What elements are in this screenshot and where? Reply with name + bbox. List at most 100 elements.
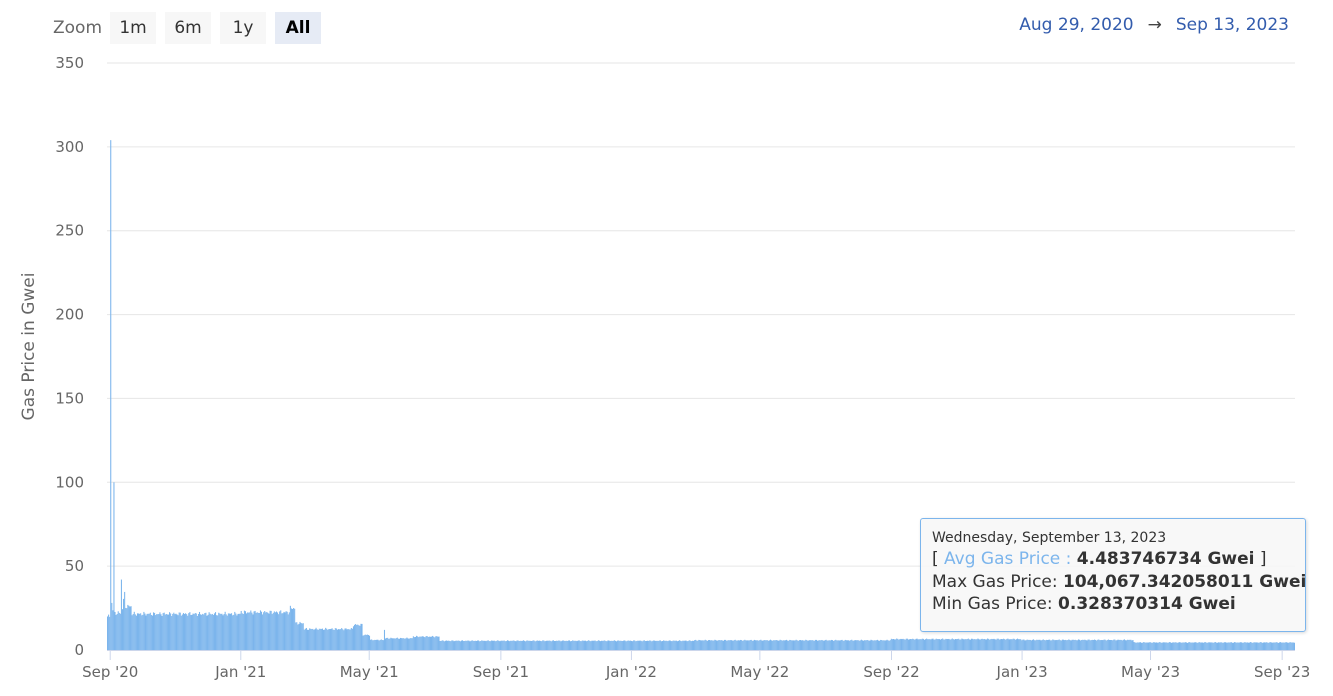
bar[interactable] [981, 638, 983, 650]
bar[interactable] [382, 640, 384, 650]
bar[interactable] [952, 639, 954, 650]
bar[interactable] [468, 640, 470, 650]
bar[interactable] [1126, 640, 1128, 650]
bar[interactable] [343, 630, 345, 650]
bar[interactable] [128, 605, 130, 650]
bar[interactable] [849, 640, 851, 650]
bar[interactable] [896, 638, 898, 650]
bar[interactable] [1273, 642, 1275, 650]
bar[interactable] [270, 610, 272, 650]
bar[interactable] [737, 640, 739, 650]
bar[interactable] [578, 640, 580, 650]
bar[interactable] [1253, 642, 1255, 650]
bar[interactable] [900, 638, 902, 650]
bar[interactable] [272, 612, 274, 650]
bar[interactable] [1049, 639, 1051, 650]
bar[interactable] [1234, 642, 1236, 650]
bar[interactable] [870, 639, 872, 650]
bar[interactable] [763, 640, 765, 650]
bar[interactable] [359, 625, 361, 650]
bar[interactable] [463, 641, 465, 650]
bar[interactable] [109, 616, 111, 650]
bar[interactable] [1176, 642, 1178, 650]
bar[interactable] [173, 612, 175, 650]
bar[interactable] [570, 641, 572, 650]
bar[interactable] [484, 640, 486, 650]
bar[interactable] [548, 640, 550, 650]
bar[interactable] [450, 641, 452, 650]
bar[interactable] [352, 626, 355, 650]
bar[interactable] [834, 640, 836, 650]
bar[interactable] [115, 614, 117, 650]
bar[interactable] [234, 611, 236, 650]
bar[interactable] [324, 629, 326, 650]
bar[interactable] [1131, 640, 1133, 650]
bar[interactable] [997, 638, 999, 650]
bar[interactable] [1245, 642, 1247, 650]
bar[interactable] [642, 640, 644, 650]
bar[interactable] [166, 614, 168, 650]
bar[interactable] [674, 640, 676, 650]
bar[interactable] [819, 640, 821, 650]
bar[interactable] [686, 641, 688, 650]
bar[interactable] [908, 639, 911, 650]
bar[interactable] [460, 640, 463, 650]
bar[interactable] [329, 629, 331, 650]
bar[interactable] [556, 640, 558, 650]
bar[interactable] [1106, 640, 1108, 650]
bar[interactable] [1280, 642, 1282, 650]
bar[interactable] [405, 638, 407, 650]
bar[interactable] [1205, 642, 1207, 650]
bar[interactable] [1167, 642, 1169, 650]
bar[interactable] [950, 639, 952, 650]
bar[interactable] [1031, 639, 1034, 650]
bar[interactable] [1006, 638, 1008, 650]
bar[interactable] [1223, 642, 1225, 650]
bar[interactable] [1136, 642, 1138, 650]
bar[interactable] [781, 640, 783, 650]
bar[interactable] [1096, 640, 1098, 650]
bar[interactable] [926, 638, 928, 650]
bar[interactable] [718, 640, 720, 650]
bar[interactable] [1124, 640, 1127, 650]
bar[interactable] [797, 640, 799, 650]
bar[interactable] [663, 640, 665, 650]
bar[interactable] [529, 640, 531, 650]
bar[interactable] [370, 639, 372, 650]
bar[interactable] [330, 628, 332, 650]
bar[interactable] [263, 612, 265, 650]
bar[interactable] [947, 638, 949, 650]
bar[interactable] [531, 640, 533, 650]
bar[interactable] [725, 639, 727, 650]
bar[interactable] [118, 612, 120, 650]
bar[interactable] [416, 635, 418, 650]
bar[interactable] [367, 634, 369, 650]
bar[interactable] [163, 612, 165, 650]
bar[interactable] [473, 640, 475, 650]
bar[interactable] [945, 638, 947, 650]
bar[interactable] [1175, 642, 1177, 650]
bar[interactable] [274, 612, 276, 650]
bar[interactable] [888, 640, 890, 650]
bar[interactable] [811, 640, 813, 650]
bar[interactable] [1052, 639, 1054, 650]
bar[interactable] [766, 640, 768, 650]
bar[interactable] [899, 639, 901, 650]
bar[interactable] [481, 640, 483, 650]
bar[interactable] [1281, 642, 1283, 650]
bar[interactable] [773, 640, 775, 650]
bar[interactable] [187, 615, 189, 650]
bar[interactable] [258, 612, 260, 650]
bar[interactable] [514, 641, 516, 650]
bar[interactable] [219, 613, 221, 650]
bar[interactable] [549, 640, 551, 650]
bar[interactable] [332, 629, 334, 650]
bar[interactable] [953, 639, 955, 650]
bar[interactable] [294, 608, 296, 650]
bar[interactable] [632, 641, 634, 650]
bar[interactable] [702, 640, 704, 650]
bar[interactable] [303, 629, 305, 650]
bar[interactable] [1230, 642, 1232, 650]
bar[interactable] [757, 640, 759, 650]
bar[interactable] [558, 640, 560, 650]
